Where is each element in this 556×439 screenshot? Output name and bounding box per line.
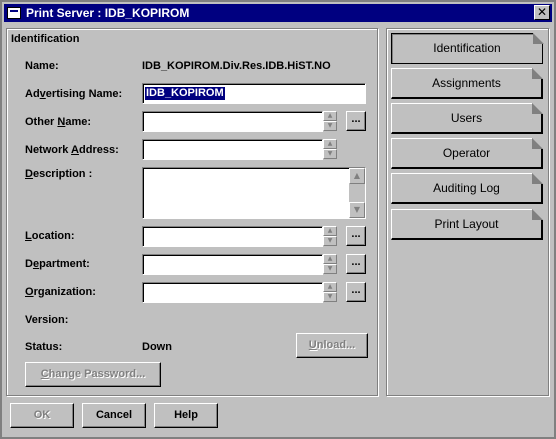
tab-label: Auditing Log (433, 181, 500, 195)
spin-down-icon[interactable]: ▼ (323, 149, 337, 159)
spin-up-icon[interactable]: ▲ (323, 139, 337, 149)
description-textarea[interactable]: ▲ ▼ (142, 167, 366, 219)
organization-label: Organization: (25, 286, 96, 298)
tab-users[interactable]: Users (391, 103, 543, 134)
tab-print-layout[interactable]: Print Layout (391, 209, 543, 240)
organization-browse-button[interactable]: ... (346, 282, 366, 302)
status-value: Down (142, 341, 172, 353)
spin-up-icon[interactable]: ▲ (323, 111, 337, 121)
tab-label: Identification (433, 41, 501, 55)
close-button[interactable]: ✕ (534, 5, 550, 20)
page-fold-icon (532, 103, 543, 114)
advertising-name-label: Advertising Name: (25, 88, 123, 100)
ok-button[interactable]: OK (10, 403, 74, 428)
advertising-name-input[interactable]: IDB_KOPIROM (142, 83, 366, 104)
organization-input[interactable] (142, 282, 323, 303)
department-browse-button[interactable]: ... (346, 254, 366, 274)
other-name-label: Other Name: (25, 116, 92, 128)
tab-label: Operator (442, 146, 491, 160)
spin-down-icon[interactable]: ▼ (323, 236, 337, 246)
print-server-dialog: Print Server : IDB_KOPIROM ✕ Identificat… (0, 0, 556, 439)
location-browse-button[interactable]: ... (346, 226, 366, 246)
tab-label: Print Layout (434, 217, 499, 231)
page-fold-icon (533, 33, 544, 44)
tab-assignments[interactable]: Assignments (391, 68, 543, 99)
location-spinner[interactable]: ▲ ▼ (323, 226, 337, 246)
organization-spinner[interactable]: ▲ ▼ (323, 282, 337, 302)
department-spinner[interactable]: ▲ ▼ (323, 254, 337, 274)
tab-auditing-log[interactable]: Auditing Log (391, 173, 543, 204)
network-address-spinner[interactable]: ▲ ▼ (323, 139, 337, 159)
name-value: IDB_KOPIROM.Div.Res.IDB.HiST.NO (142, 60, 331, 72)
tab-label: Users (450, 111, 483, 125)
identification-panel: Identification Name: IDB_KOPIROM.Div.Res… (6, 28, 378, 396)
other-name-spinner[interactable]: ▲ ▼ (323, 111, 337, 131)
scroll-down-icon[interactable]: ▼ (349, 202, 365, 218)
page-fold-icon (532, 138, 543, 149)
spin-up-icon[interactable]: ▲ (323, 282, 337, 292)
status-label: Status: (25, 341, 63, 353)
description-scrollbar[interactable]: ▲ ▼ (349, 168, 365, 218)
department-input[interactable] (142, 254, 323, 275)
location-label: Location: (25, 230, 75, 242)
network-address-input[interactable] (142, 139, 323, 160)
spin-up-icon[interactable]: ▲ (323, 254, 337, 264)
spin-down-icon[interactable]: ▼ (323, 264, 337, 274)
change-password-button[interactable]: Change Password... (25, 362, 161, 387)
tab-operator[interactable]: Operator (391, 138, 543, 169)
other-name-input[interactable] (142, 111, 323, 132)
advertising-name-selected-text: IDB_KOPIROM (145, 87, 225, 100)
system-menu-icon[interactable] (7, 7, 21, 19)
version-label: Version: (25, 314, 69, 326)
other-name-browse-button[interactable]: ... (346, 111, 366, 131)
help-button[interactable]: Help (154, 403, 218, 428)
title-bar: Print Server : IDB_KOPIROM ✕ (4, 4, 552, 22)
page-tabs-panel: Identification Assignments Users Operato… (386, 28, 549, 396)
department-label: Department: (25, 258, 90, 270)
spin-up-icon[interactable]: ▲ (323, 226, 337, 236)
description-label: Description : (25, 168, 93, 180)
unload-button[interactable]: Unload... (296, 333, 368, 358)
page-fold-icon (532, 173, 543, 184)
network-address-label: Network Address: (25, 144, 119, 156)
window-title: Print Server : IDB_KOPIROM (26, 6, 190, 20)
cancel-button[interactable]: Cancel (82, 403, 146, 428)
tab-label: Assignments (432, 76, 501, 90)
location-input[interactable] (142, 226, 323, 247)
spin-down-icon[interactable]: ▼ (323, 121, 337, 131)
page-fold-icon (532, 68, 543, 79)
spin-down-icon[interactable]: ▼ (323, 292, 337, 302)
page-fold-icon (532, 209, 543, 220)
name-label: Name: (25, 60, 59, 72)
section-title: Identification (11, 33, 80, 45)
tab-identification[interactable]: Identification (391, 33, 544, 64)
scroll-up-icon[interactable]: ▲ (349, 168, 365, 184)
